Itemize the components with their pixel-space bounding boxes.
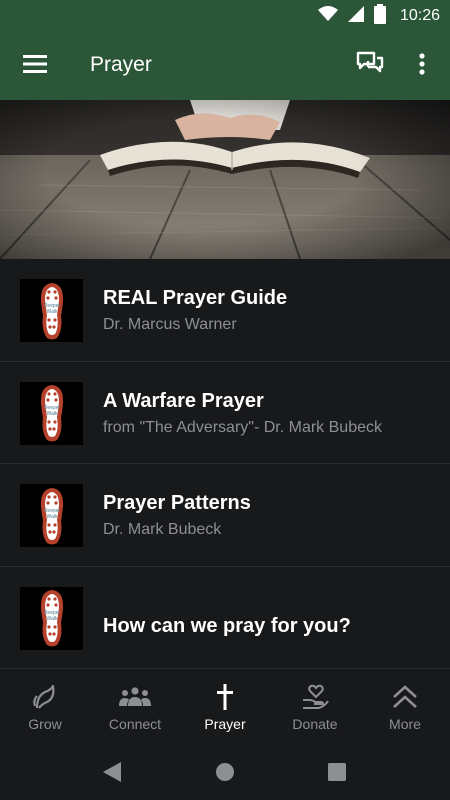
nav-connect[interactable]: Connect (90, 669, 180, 749)
app-bar: Prayer (0, 32, 450, 100)
list-item-subtitle: from "The Adversary"- Dr. Mark Bubeck (103, 418, 382, 436)
nav-grow[interactable]: Grow (0, 669, 90, 749)
double-chevron-up-icon (388, 683, 422, 711)
list-item-subtitle: Dr. Marcus Warner (103, 316, 237, 333)
chat-icon (356, 51, 384, 82)
home-button[interactable] (211, 760, 239, 788)
more-vert-icon (419, 52, 425, 80)
status-bar: 10:26 (0, 0, 450, 32)
bottom-navigation: Grow Connect Prayer Donate More (0, 668, 450, 748)
nav-label: Prayer (204, 716, 246, 732)
list-item-title: Prayer Patterns (103, 492, 251, 514)
hamburger-menu-icon (23, 54, 47, 78)
home-icon (215, 762, 235, 787)
prayer-list: Deeper Walk REAL Prayer Guide Dr. Marcus… (0, 259, 450, 669)
nav-label: More (389, 716, 421, 732)
nav-label: Donate (292, 716, 338, 732)
thumb-label-bottom: Walk (46, 411, 57, 417)
recents-icon (328, 762, 346, 786)
cross-icon (208, 683, 242, 711)
chat-button[interactable] (354, 51, 386, 81)
nav-prayer[interactable]: Prayer (180, 669, 270, 749)
list-item[interactable]: Deeper Walk A Warfare Prayer from "The A… (0, 362, 450, 464)
list-item[interactable]: Deeper Walk Prayer Patterns Dr. Mark Bub… (0, 464, 450, 567)
status-icons: 10:26 (317, 3, 440, 29)
back-icon (103, 761, 121, 787)
signal-icon (347, 5, 364, 27)
hero-image (0, 100, 450, 259)
heart-hand-icon (298, 683, 332, 711)
nav-more[interactable]: More (360, 669, 450, 749)
thumb-label-bottom: Walk (46, 616, 57, 622)
back-button[interactable] (98, 760, 126, 788)
more-options-button[interactable] (408, 50, 436, 82)
recents-button[interactable] (323, 760, 351, 788)
list-item[interactable]: Deeper Walk How can we pray for you? (0, 567, 450, 669)
nav-label: Grow (28, 716, 62, 732)
system-navigation-bar (0, 748, 450, 800)
list-item-subtitle: Dr. Mark Bubeck (103, 521, 222, 538)
thumb-label-bottom: Walk (46, 514, 57, 520)
thumb-label-bottom: Walk (46, 309, 57, 315)
status-time: 10:26 (399, 7, 440, 24)
nav-label: Connect (108, 716, 162, 732)
list-item-title: REAL Prayer Guide (103, 287, 288, 309)
group-icon (118, 683, 152, 711)
wifi-icon (317, 5, 338, 27)
list-item[interactable]: Deeper Walk REAL Prayer Guide Dr. Marcus… (0, 259, 450, 362)
deeper-walk-thumbnail: Deeper Walk (20, 381, 83, 445)
deeper-walk-thumbnail: Deeper Walk (20, 586, 83, 650)
list-item-title: How can we pray for you? (103, 614, 351, 637)
deeper-walk-thumbnail: Deeper Walk (20, 279, 83, 342)
menu-button[interactable] (18, 52, 52, 80)
deeper-walk-thumbnail: Deeper Walk (20, 484, 83, 547)
sprout-icon (28, 683, 62, 711)
nav-donate[interactable]: Donate (270, 669, 360, 749)
list-item-title: A Warfare Prayer (103, 389, 264, 412)
page-title: Prayer (90, 53, 152, 76)
battery-icon (373, 3, 386, 29)
